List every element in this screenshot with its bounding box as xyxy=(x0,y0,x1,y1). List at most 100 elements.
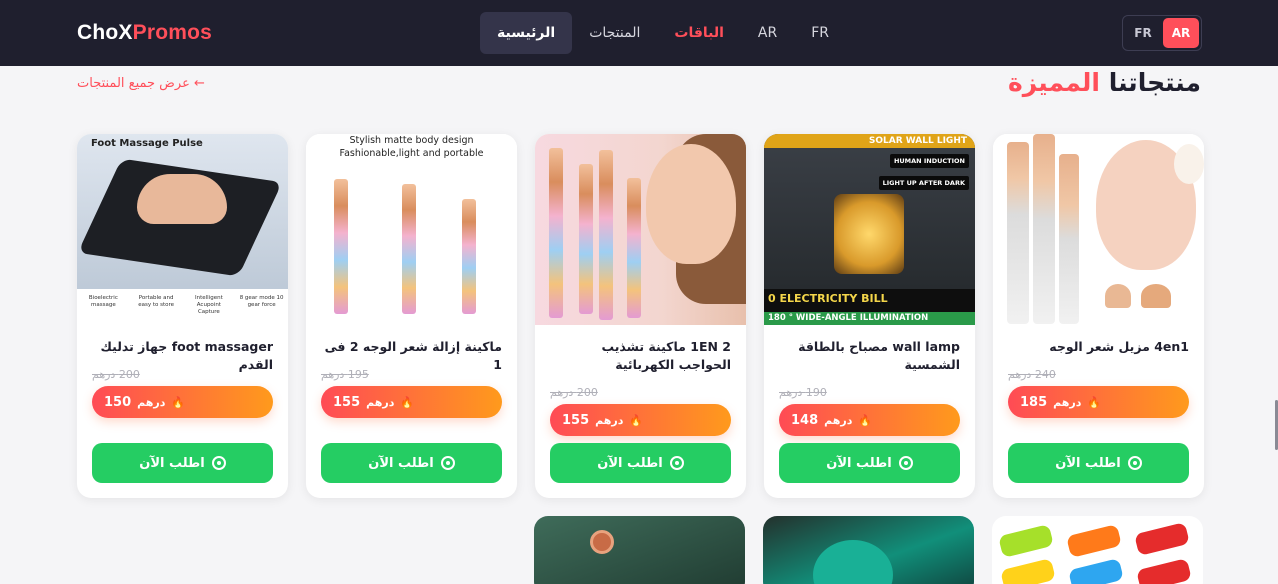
section-title-part-2: المميزة xyxy=(1008,68,1100,97)
feature-strip: Bioelectric massage Portable and easy to… xyxy=(77,289,288,325)
trimmer-pen-shape xyxy=(599,150,613,320)
remover-head-shape xyxy=(1141,284,1171,308)
product-name[interactable]: 1EN 2 ماكينة تشذيب الحواجب الكهربائية xyxy=(550,338,731,374)
brand-logo[interactable]: ChoXPromos xyxy=(77,21,212,45)
image-caption-line: Stylish matte body design xyxy=(349,135,474,146)
trimmer-pen-shape xyxy=(627,178,641,318)
language-switcher: FR AR xyxy=(1122,15,1202,51)
order-now-button[interactable]: اطلب الآن xyxy=(550,443,731,483)
product-grid-row-2 xyxy=(534,516,1203,584)
trimmer-pen-shape xyxy=(549,148,563,318)
feature-label: 8 gear mode 10 gear force xyxy=(239,295,284,308)
image-green-band: 180 ° WIDE-ANGLE ILLUMINATION xyxy=(764,312,975,325)
remover-device-shape xyxy=(1059,154,1079,324)
product-image[interactable] xyxy=(993,134,1204,325)
price-currency: درهم xyxy=(137,395,166,409)
whatsapp-icon xyxy=(898,456,913,470)
image-top-text: SOLAR WALL LIGHT xyxy=(868,136,967,146)
image-band-text: 180 ° WIDE-ANGLE ILLUMINATION xyxy=(768,313,929,323)
price-badge: 155 درهم 🔥 xyxy=(550,404,731,436)
product-card[interactable]: Stylish matte body design Fashionable,li… xyxy=(306,134,517,498)
product-image[interactable] xyxy=(535,134,746,325)
section-title: منتجاتنا المميزة xyxy=(1008,68,1201,97)
lamp-shape xyxy=(834,194,904,274)
device-shape xyxy=(813,540,893,584)
nav-lang-fr[interactable]: FR xyxy=(794,12,846,54)
order-now-button[interactable]: اطلب الآن xyxy=(1008,443,1189,483)
old-price: 195 درهم xyxy=(321,368,369,381)
main-nav: الرئيسية المنتجات الباقات AR FR xyxy=(480,12,846,54)
fire-icon: 🔥 xyxy=(171,395,186,409)
image-band-text: 0 ELECTRICITY BILL xyxy=(768,292,888,305)
whatsapp-icon xyxy=(669,456,684,470)
old-price: 200 درهم xyxy=(550,386,598,399)
epilator-pen-shape xyxy=(402,184,416,314)
nav-packages[interactable]: الباقات xyxy=(657,12,741,54)
product-card[interactable]: 4en1 مزيل شعر الوجه 240 درهم 185 درهم 🔥 … xyxy=(993,134,1204,498)
price-value: 148 xyxy=(791,412,819,428)
flower-shape xyxy=(1174,144,1204,184)
lang-ar-button[interactable]: AR xyxy=(1163,18,1199,48)
image-top-band: SOLAR WALL LIGHT xyxy=(764,134,975,148)
price-value: 155 xyxy=(562,412,590,428)
price-value: 150 xyxy=(104,394,132,410)
order-label: اطلب الآن xyxy=(597,455,663,471)
product-name[interactable]: 4en1 مزيل شعر الوجه xyxy=(1008,338,1189,356)
price-badge: 150 درهم 🔥 xyxy=(92,386,273,418)
product-image[interactable]: Foot Massage Pulse Bioelectric massage P… xyxy=(77,134,288,325)
whatsapp-icon xyxy=(1127,456,1142,470)
old-price: 240 درهم xyxy=(1008,368,1056,381)
lock-shape xyxy=(1134,522,1190,556)
view-all-products-link[interactable]: ← عرض جميع المنتجات xyxy=(77,76,205,91)
remover-head-shape xyxy=(1105,284,1131,308)
image-bottom-band: 0 ELECTRICITY BILL 180 ° WIDE-ANGLE ILLU… xyxy=(764,289,975,325)
image-caption-line: Fashionable,light and portable xyxy=(339,148,484,159)
product-card[interactable]: Foot Massage Pulse Bioelectric massage P… xyxy=(77,134,288,498)
nav-products[interactable]: المنتجات xyxy=(572,12,657,54)
face-shape xyxy=(646,144,736,264)
section-title-part-1: منتجاتنا xyxy=(1108,68,1201,97)
product-card-partial[interactable] xyxy=(534,516,745,584)
price-value: 185 xyxy=(1020,394,1048,410)
fire-icon: 🔥 xyxy=(629,413,644,427)
product-card-partial[interactable] xyxy=(992,516,1203,584)
price-badge: 148 درهم 🔥 xyxy=(779,404,960,436)
product-grid: Foot Massage Pulse Bioelectric massage P… xyxy=(77,134,1204,498)
brand-part-2: Promos xyxy=(132,21,213,44)
price-currency: درهم xyxy=(366,395,395,409)
nav-home[interactable]: الرئيسية xyxy=(480,12,573,54)
feature-label: Bioelectric massage xyxy=(88,295,118,308)
product-name[interactable]: wall lamp مصباح بالطاقة الشمسية xyxy=(779,338,960,374)
old-price: 190 درهم xyxy=(779,386,827,399)
price-badge: 155 درهم 🔥 xyxy=(321,386,502,418)
product-image[interactable]: Stylish matte body design Fashionable,li… xyxy=(306,134,517,325)
price-currency: درهم xyxy=(824,413,853,427)
product-card[interactable]: 1EN 2 ماكينة تشذيب الحواجب الكهربائية 20… xyxy=(535,134,746,498)
price-currency: درهم xyxy=(1053,395,1082,409)
epilator-pen-shape xyxy=(334,179,348,314)
lang-fr-button[interactable]: FR xyxy=(1125,18,1161,48)
fire-icon: 🔥 xyxy=(858,413,873,427)
image-badge: LIGHT UP AFTER DARK xyxy=(878,176,969,190)
order-label: اطلب الآن xyxy=(826,455,892,471)
feature-label: Portable and easy to store xyxy=(138,295,175,308)
order-now-button[interactable]: اطلب الآن xyxy=(321,443,502,483)
price-value: 155 xyxy=(333,394,361,410)
whatsapp-icon xyxy=(211,456,226,470)
remover-device-shape xyxy=(1007,142,1029,324)
lock-shape xyxy=(1136,558,1192,584)
fire-icon: 🔥 xyxy=(400,395,415,409)
remover-device-shape xyxy=(1033,134,1055,324)
product-card[interactable]: SOLAR WALL LIGHT HUMAN INDUCTION LIGHT U… xyxy=(764,134,975,498)
product-image[interactable]: SOLAR WALL LIGHT HUMAN INDUCTION LIGHT U… xyxy=(764,134,975,325)
product-card-partial[interactable] xyxy=(763,516,974,584)
trimmer-pen-shape xyxy=(579,164,593,314)
order-label: اطلب الآن xyxy=(1055,455,1121,471)
top-navbar: ChoXPromos الرئيسية المنتجات الباقات AR … xyxy=(0,0,1278,66)
order-now-button[interactable]: اطلب الآن xyxy=(779,443,960,483)
image-caption: Stylish matte body design Fashionable,li… xyxy=(306,134,517,160)
order-label: اطلب الآن xyxy=(368,455,434,471)
order-now-button[interactable]: اطلب الآن xyxy=(92,443,273,483)
whatsapp-icon xyxy=(440,456,455,470)
nav-lang-ar[interactable]: AR xyxy=(741,12,794,54)
